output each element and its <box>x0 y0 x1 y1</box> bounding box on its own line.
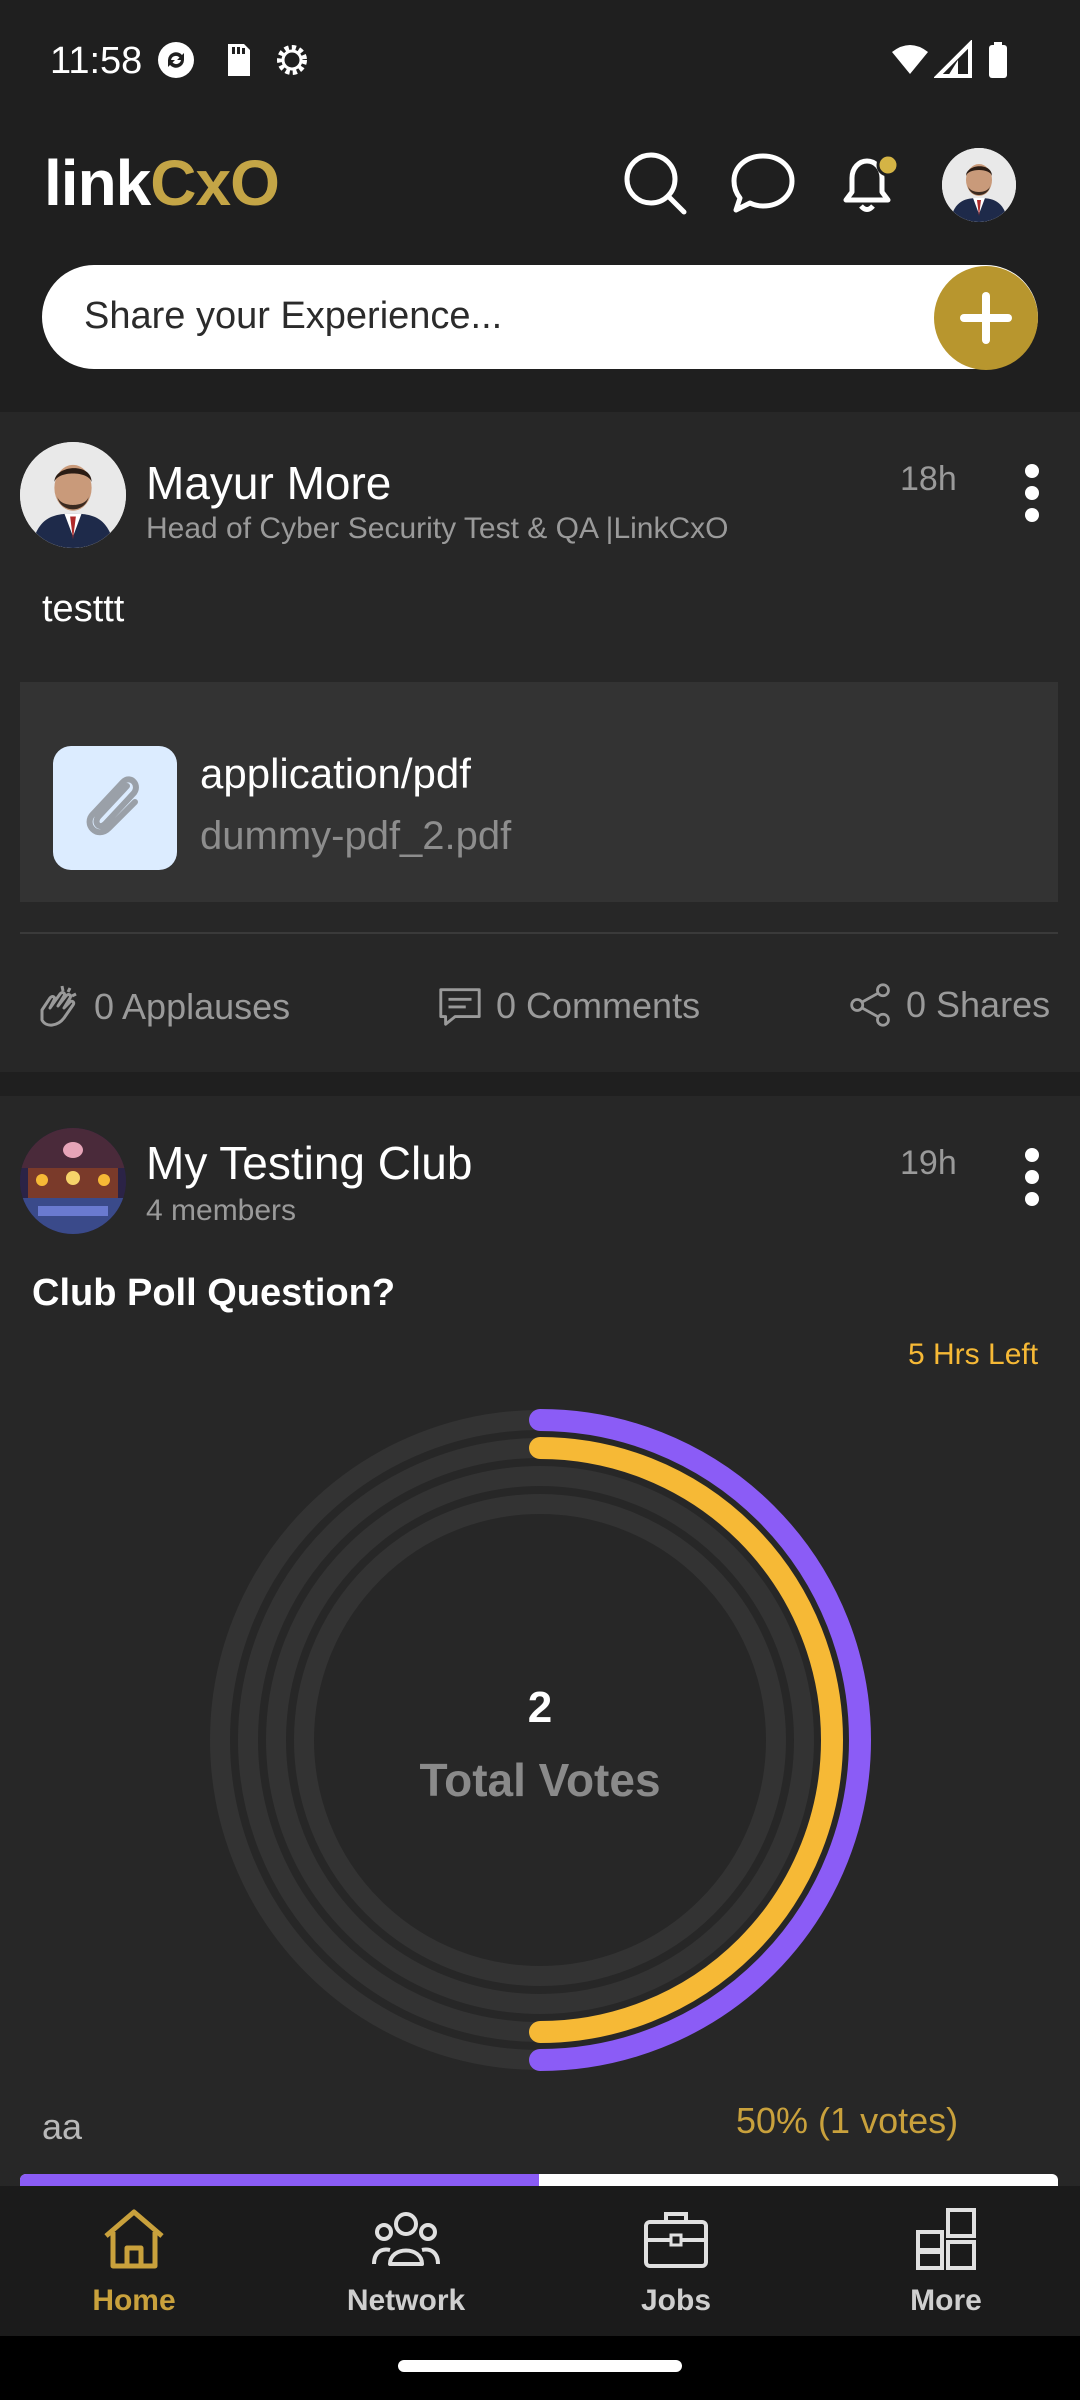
share-icon <box>850 983 890 1027</box>
top-area: 11:58 link CxO Share your Experience... <box>0 0 1080 412</box>
briefcase-icon <box>644 2212 708 2268</box>
author-headline: Head of Cyber Security Test & QA |LinkCx… <box>146 512 729 545</box>
total-votes-number: 2 <box>528 1683 552 1732</box>
nav-home[interactable]: Home <box>34 2186 234 2336</box>
search-icon[interactable] <box>620 148 690 218</box>
share-count: 0 Shares <box>906 984 1051 1025</box>
nav-home-label: Home <box>92 2284 176 2317</box>
poll-option-result: 50% (1 votes) <box>736 2100 959 2141</box>
create-post-button[interactable] <box>934 266 1038 370</box>
poll-option-label[interactable]: aa <box>42 2106 82 2148</box>
post-options-icon[interactable] <box>1022 1148 1042 1208</box>
post-time: 18h <box>900 460 957 498</box>
plus-icon <box>960 292 1012 344</box>
comment-button[interactable]: 0 Comments <box>436 982 700 1030</box>
nav-network[interactable]: Network <box>306 2186 506 2336</box>
clap-icon <box>40 985 77 1027</box>
club-name[interactable]: My Testing Club <box>146 1136 472 1190</box>
post-time: 19h <box>900 1144 957 1182</box>
share-button[interactable]: 0 Shares <box>848 982 1050 1028</box>
nav-jobs[interactable]: Jobs <box>576 2186 776 2336</box>
wifi-icon <box>892 45 928 74</box>
poll-option-bar-fill <box>20 2174 539 2186</box>
applause-button[interactable]: 0 Applauses <box>32 982 290 1032</box>
poll-ring-track <box>266 1466 814 2014</box>
total-votes-label: Total Votes <box>419 1754 660 1806</box>
author-name[interactable]: Mayur More <box>146 456 391 510</box>
comment-icon <box>439 988 481 1026</box>
poll-ring-track <box>294 1494 786 1986</box>
share-experience-input[interactable]: Share your Experience... <box>42 265 1038 369</box>
nav-jobs-label: Jobs <box>640 2284 712 2317</box>
attachment-clip-icon <box>53 746 177 870</box>
logo-cxo-text: CxO <box>150 147 280 219</box>
settings-gear-icon <box>277 45 307 75</box>
bottom-navigation: Home Network Jobs More <box>0 2186 1080 2336</box>
status-bar: 11:58 <box>0 0 1080 128</box>
battery-icon <box>989 42 1007 78</box>
chat-icon[interactable] <box>728 148 798 218</box>
club-avatar[interactable] <box>20 1128 126 1234</box>
home-icon <box>104 2209 164 2269</box>
app-logo[interactable]: link CxO <box>44 147 280 219</box>
grid-icon <box>916 2208 976 2270</box>
cell-signal-icon <box>934 40 972 78</box>
author-avatar[interactable] <box>20 442 126 548</box>
nav-network-label: Network <box>346 2284 466 2317</box>
poll-donut-chart: 2 Total Votes <box>210 1409 871 2071</box>
share-placeholder: Share your Experience... <box>84 295 503 337</box>
attachment-filename: dummy-pdf_2.pdf <box>200 814 512 858</box>
profile-avatar[interactable] <box>942 148 1016 222</box>
home-indicator[interactable] <box>398 2360 682 2372</box>
sd-card-icon <box>228 44 250 76</box>
poll-rings <box>210 1409 871 2071</box>
nav-more[interactable]: More <box>846 2186 1046 2336</box>
nav-more-label: More <box>910 2284 982 2317</box>
sync-icon <box>158 42 194 78</box>
poll-time-left: 5 Hrs Left <box>908 1338 1039 1371</box>
comment-count: 0 Comments <box>496 985 701 1026</box>
logo-link-text: link <box>44 147 151 219</box>
network-icon <box>372 2212 440 2266</box>
club-members: 4 members <box>146 1194 297 1227</box>
applause-count: 0 Applauses <box>94 986 291 1027</box>
post-options-icon[interactable] <box>1022 464 1042 524</box>
attachment-card[interactable]: application/pdf dummy-pdf_2.pdf <box>20 682 1058 902</box>
post-text: testtt <box>42 588 125 630</box>
divider <box>20 932 1058 934</box>
status-time: 11:58 <box>50 40 143 82</box>
attachment-mime: application/pdf <box>200 750 471 797</box>
bell-icon[interactable] <box>832 148 902 218</box>
poll-question: Club Poll Question? <box>32 1272 396 1314</box>
